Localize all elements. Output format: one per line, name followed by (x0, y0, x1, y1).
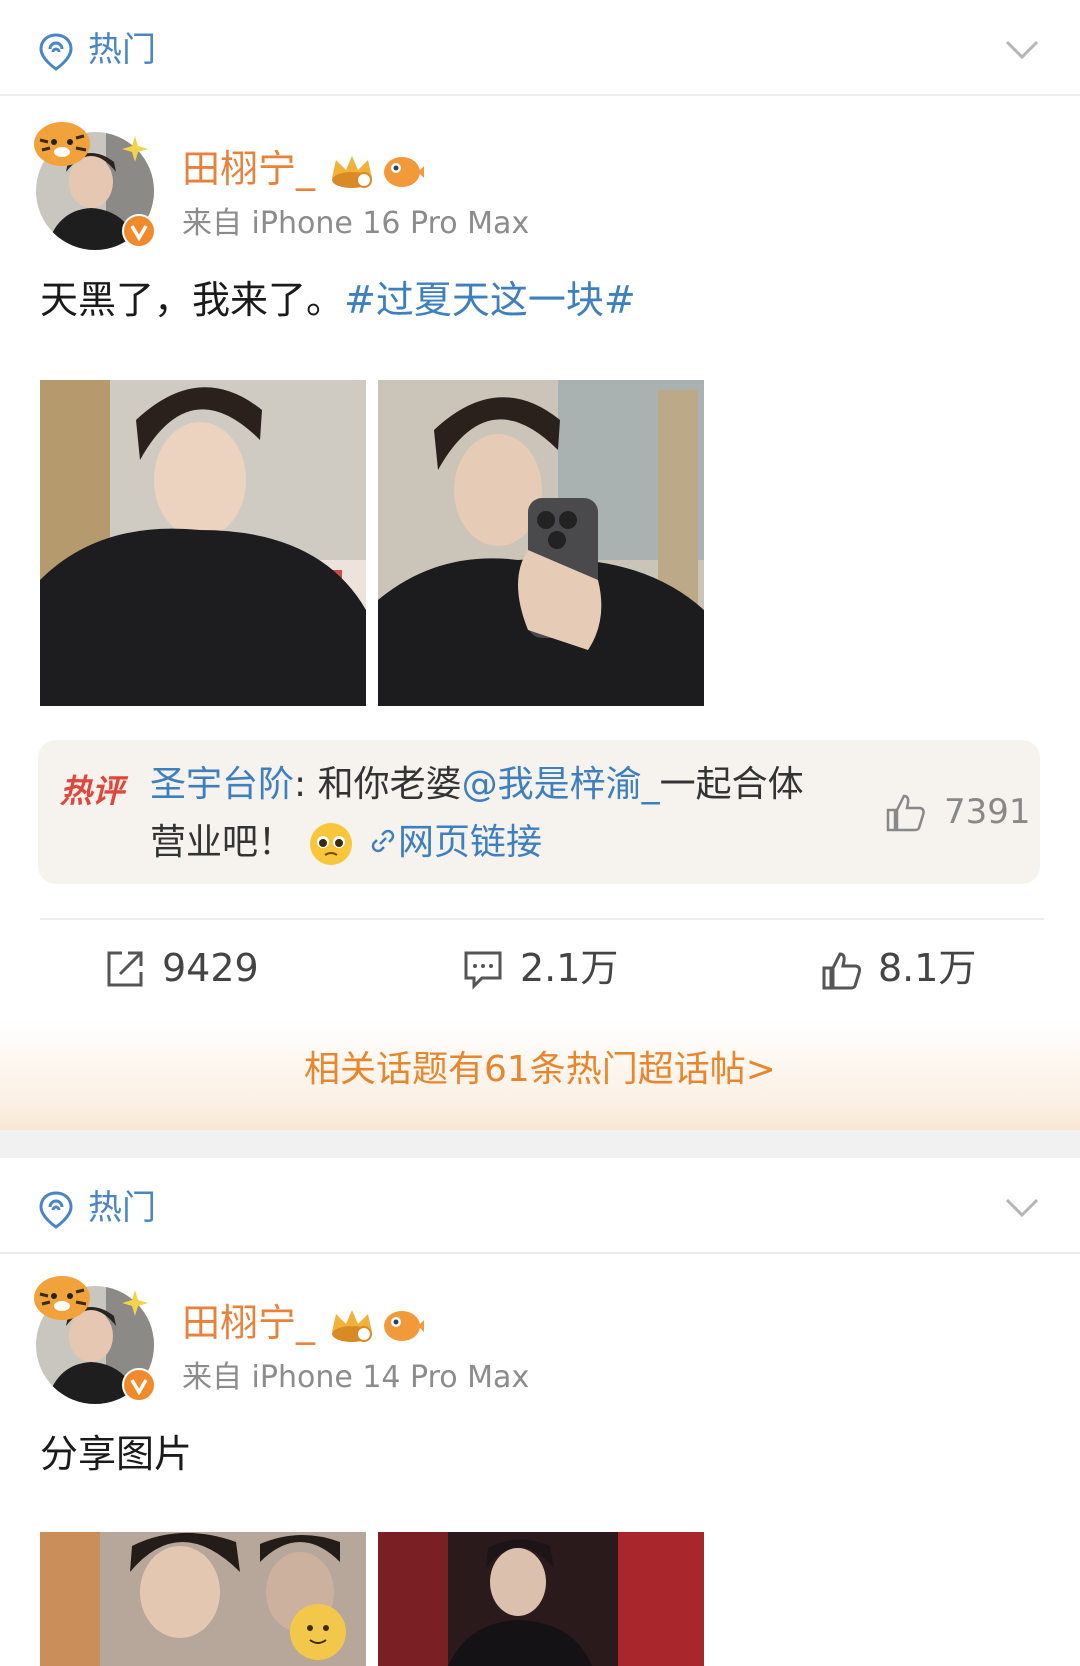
post-image-4[interactable] (378, 1532, 704, 1666)
hot-comment-text-before: 和你老婆 (317, 764, 462, 805)
post-image-2[interactable] (378, 380, 704, 706)
crown-level-badge-icon (332, 156, 372, 188)
repost-count: 9429 (162, 946, 259, 990)
sparkle-decoration-icon (122, 1290, 148, 1316)
pleading-face-emoji-icon (310, 823, 353, 865)
hot-location-icon (39, 33, 73, 71)
post-source: 来自 iPhone 14 Pro Max (182, 1360, 530, 1395)
repost-button[interactable]: 9429 (104, 944, 274, 994)
topic-hashtag-link[interactable]: #过夏天这一块# (344, 278, 636, 322)
section-header-hot[interactable]: 热门 (0, 1158, 1080, 1254)
hot-comment-separator: : (294, 764, 318, 805)
divider (40, 918, 1044, 920)
comment-icon (464, 951, 502, 990)
user-badges (332, 1310, 424, 1342)
tiger-decoration-icon (34, 1276, 90, 1320)
user-badges (332, 156, 424, 188)
chevron-down-icon[interactable] (1004, 1196, 1040, 1220)
like-button[interactable]: 8.1万 (820, 944, 1000, 994)
hot-comment-like-button[interactable]: 7391 (884, 790, 1031, 834)
username[interactable]: 田栩宁_ (182, 1300, 315, 1346)
section-header-label: 热门 (88, 1188, 156, 1228)
section-header-hot[interactable]: 热门 (0, 0, 1080, 96)
hot-comment-author[interactable]: 圣宇台阶 (150, 764, 294, 805)
comment-button[interactable]: 2.1万 (462, 944, 632, 994)
hot-comment-like-count: 7391 (944, 792, 1031, 832)
thumbs-up-icon (822, 952, 862, 990)
hot-comment-text: 圣宇台阶: 和你老婆@我是梓渝_一起合体营业吧！ 网页链接 (150, 756, 830, 872)
hot-location-icon (39, 1191, 73, 1229)
crown-level-badge-icon (332, 1310, 372, 1342)
post-image-1[interactable] (40, 380, 366, 706)
related-topics-banner[interactable]: 相关话题有61条热门超话帖> (0, 1020, 1080, 1130)
web-link[interactable]: 网页链接 (368, 822, 542, 863)
post-source: 来自 iPhone 16 Pro Max (182, 206, 530, 241)
sparkle-decoration-icon (122, 136, 148, 162)
pufferfish-badge-icon (384, 157, 424, 187)
hot-comment-tag: 热评 (60, 772, 125, 810)
comment-count: 2.1万 (520, 946, 619, 990)
pufferfish-badge-icon (384, 1311, 424, 1341)
verified-badge-icon (122, 1368, 156, 1402)
post-text: 分享图片 (40, 1430, 192, 1478)
post-text: 天黑了，我来了。#过夏天这一块# (40, 276, 636, 324)
link-chain-icon (371, 829, 395, 853)
tiger-decoration-icon (34, 122, 90, 166)
like-count: 8.1万 (878, 946, 977, 990)
section-header-label: 热门 (88, 30, 156, 70)
post-image-3[interactable] (40, 1532, 366, 1666)
post-body-text: 分享图片 (40, 1432, 193, 1476)
repost-icon (107, 951, 143, 987)
section-gap (0, 1130, 1080, 1158)
thumbs-up-icon (886, 794, 925, 832)
hot-comment-card[interactable]: 热评 圣宇台阶: 和你老婆@我是梓渝_一起合体营业吧！ 网页链接 7391 (38, 740, 1040, 884)
post-body-text: 天黑了，我来了。 (40, 278, 345, 322)
web-link-label: 网页链接 (398, 822, 543, 863)
avatar[interactable] (30, 1266, 156, 1406)
avatar[interactable] (30, 112, 156, 252)
verified-badge-icon (122, 214, 156, 248)
chevron-down-icon[interactable] (1004, 38, 1040, 62)
related-topics-text: 相关话题有61条热门超话帖> (304, 1049, 776, 1090)
mention-link[interactable]: @我是梓渝_ (462, 764, 660, 805)
username[interactable]: 田栩宁_ (182, 146, 315, 192)
